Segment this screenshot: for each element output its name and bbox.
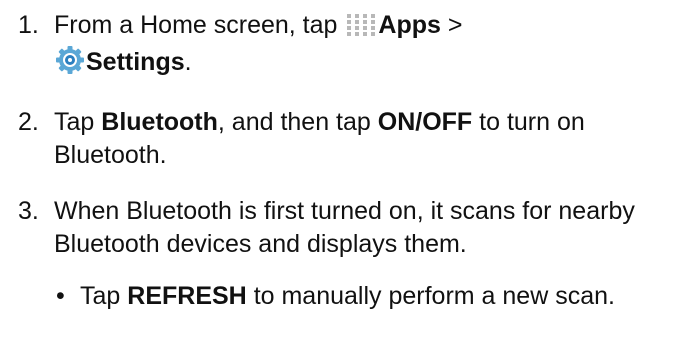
step-2: 2. Tap Bluetooth, and then tap ON/OFF to… bbox=[18, 106, 678, 172]
step-3: 3. When Bluetooth is first turned on, it… bbox=[18, 195, 678, 261]
settings-gear-icon bbox=[56, 46, 84, 83]
step-number: 2. bbox=[18, 108, 39, 136]
step-text: Tap Bluetooth, and then tap ON/OFF to tu… bbox=[54, 108, 585, 169]
step-number: 3. bbox=[18, 197, 39, 225]
bluetooth-label: Bluetooth bbox=[101, 108, 218, 136]
settings-label: Settings bbox=[86, 48, 185, 76]
bullet-glyph: • bbox=[56, 282, 65, 310]
step-1: 1. From a Home screen, tap Apps > Settin… bbox=[18, 9, 678, 83]
onoff-label: ON/OFF bbox=[377, 108, 473, 136]
refresh-label: REFRESH bbox=[127, 282, 247, 310]
step-text: From a Home screen, tap Apps > Settings. bbox=[54, 9, 678, 83]
step-text: When Bluetooth is first turned on, it sc… bbox=[54, 197, 635, 258]
apps-label: Apps bbox=[378, 11, 441, 39]
bullet-item: • Tap REFRESH to manually perform a new … bbox=[56, 280, 656, 313]
bullet-text: Tap REFRESH to manually perform a new sc… bbox=[80, 282, 615, 310]
apps-grid-icon bbox=[346, 13, 376, 46]
step-number: 1. bbox=[18, 11, 39, 39]
